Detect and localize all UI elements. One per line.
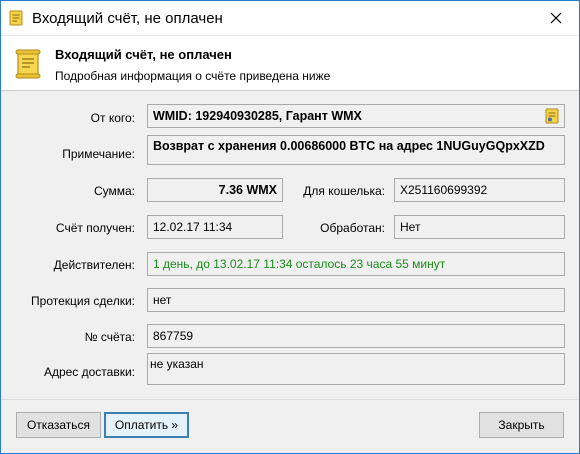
- amount-label: Сумма:: [93, 184, 135, 198]
- pay-button[interactable]: Оплатить »: [104, 412, 189, 438]
- close-button[interactable]: Закрыть: [479, 412, 564, 438]
- invoice-window: Входящий счёт, не оплачен Входящий счёт,…: [0, 0, 580, 454]
- processed-field: Нет: [394, 215, 565, 239]
- wmid-info-icon[interactable]: [543, 107, 561, 125]
- dialog-header: Входящий счёт, не оплачен Подробная инфо…: [1, 35, 579, 91]
- from-field: WMID: 192940930285, Гарант WMX: [147, 104, 565, 128]
- from-value: WMID: 192940930285, Гарант WMX: [153, 109, 362, 123]
- header-subtitle: Подробная информация о счёте приведена н…: [55, 69, 331, 83]
- invoice-scroll-icon: [15, 49, 41, 79]
- from-label: От кого:: [90, 111, 135, 125]
- note-label: Примечание:: [62, 147, 135, 161]
- valid-field: 1 день, до 13.02.17 11:34 осталось 23 ча…: [147, 252, 565, 276]
- header-title: Входящий счёт, не оплачен: [55, 47, 232, 62]
- invoice-scroll-icon: [9, 10, 23, 26]
- address-label: Адрес доставки:: [43, 365, 135, 379]
- received-label: Счёт получен:: [55, 221, 135, 235]
- invoice-number-field: 867759: [147, 324, 565, 348]
- invoice-number-label: № счёта:: [84, 330, 135, 344]
- note-field[interactable]: Возврат с хранения 0.00686000 BTC на адр…: [147, 135, 565, 165]
- close-icon: [550, 12, 562, 24]
- processed-label: Обработан:: [320, 221, 385, 235]
- purse-label: Для кошелька:: [303, 184, 385, 198]
- close-window-button[interactable]: [533, 1, 579, 35]
- dialog-footer: Отказаться Оплатить » Закрыть: [1, 399, 579, 453]
- invoice-details: От кого: WMID: 192940930285, Гарант WMX …: [1, 91, 579, 399]
- protection-label: Протекция сделки:: [31, 294, 135, 308]
- title-bar: Входящий счёт, не оплачен: [1, 1, 579, 35]
- decline-button[interactable]: Отказаться: [16, 412, 101, 438]
- purse-field: X251160699392: [394, 178, 565, 202]
- valid-label: Действителен:: [53, 258, 135, 272]
- protection-field: нет: [147, 288, 565, 312]
- address-field[interactable]: не указан: [147, 353, 565, 385]
- window-title: Входящий счёт, не оплачен: [32, 10, 223, 27]
